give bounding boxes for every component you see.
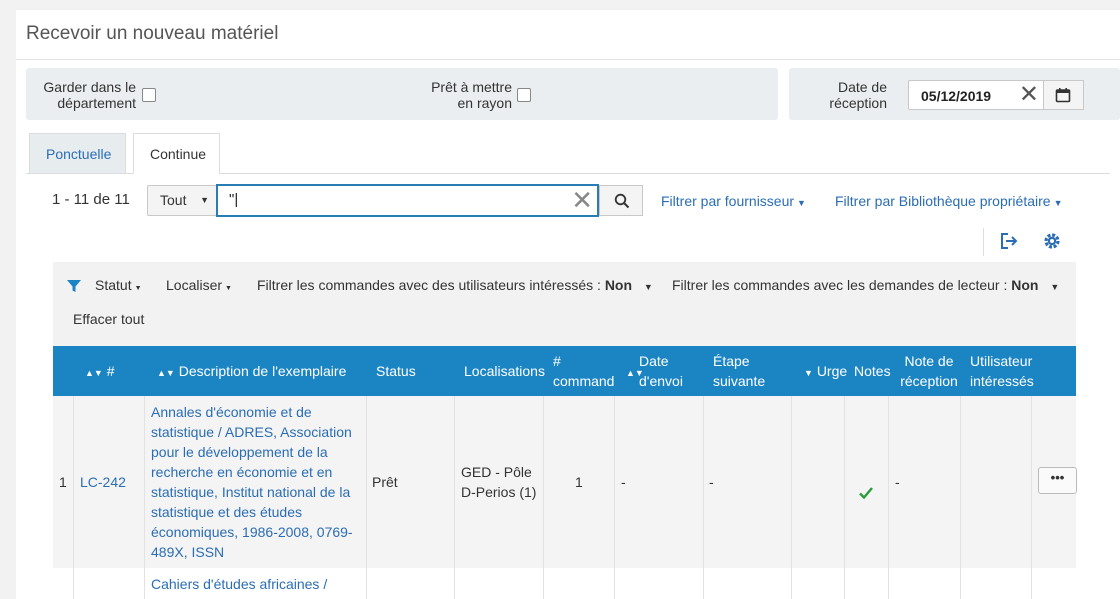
item-description-link[interactable]: Cahiers d'études africaines / bbox=[151, 574, 327, 594]
sort-icon: ▲▼ bbox=[626, 368, 644, 378]
ready-to-shelve-label: Prêt à mettre en rayon bbox=[431, 79, 512, 111]
column-divider bbox=[366, 568, 367, 599]
receipt-note-value: - bbox=[895, 474, 900, 490]
clear-date-icon[interactable]: ✕ bbox=[1019, 82, 1039, 108]
column-divider bbox=[366, 396, 367, 568]
table-row: Cahiers d'études africaines / bbox=[53, 568, 1076, 599]
row-index: 1 bbox=[59, 474, 67, 490]
receive-options-box: Garder dans le département Prêt à mettre… bbox=[26, 68, 778, 120]
col-header-orders[interactable]: # commande bbox=[553, 351, 614, 391]
export-icon[interactable] bbox=[998, 230, 1020, 252]
column-divider bbox=[144, 396, 145, 568]
status-filter-dropdown[interactable]: Statut ▼ bbox=[95, 277, 142, 293]
filter-by-vendor-dropdown[interactable]: Filtrer par fournisseur ▼ bbox=[661, 193, 806, 209]
receive-new-material-panel: Recevoir un nouveau matériel Garder dans… bbox=[16, 10, 1120, 599]
search-scope-value: Tout bbox=[160, 192, 187, 208]
item-code-link[interactable]: LC-242 bbox=[80, 472, 126, 492]
search-scope-select[interactable]: Tout ▼ bbox=[147, 185, 217, 216]
search-input-value: "| bbox=[229, 191, 239, 208]
item-description-link[interactable]: Annales d'économie et de statistique / A… bbox=[151, 402, 363, 562]
page-title: Recevoir un nouveau matériel bbox=[26, 23, 279, 44]
interested-users-filter-dropdown[interactable]: Filtrer les commandes avec des utilisate… bbox=[257, 277, 653, 293]
chevron-down-icon: ▼ bbox=[1053, 198, 1063, 208]
clear-all-filters-link[interactable]: Effacer tout bbox=[73, 311, 144, 327]
interested-users-filter-value: Non bbox=[604, 277, 633, 293]
column-divider bbox=[888, 396, 889, 568]
receipt-date-input[interactable]: 05/12/2019 ✕ bbox=[908, 80, 1044, 110]
col-header-notes[interactable]: Notes bbox=[854, 361, 891, 381]
title-divider bbox=[16, 59, 1120, 60]
chevron-down-icon: ▼ bbox=[134, 285, 142, 292]
sort-icon: ▲▼ bbox=[157, 368, 175, 378]
more-actions-button[interactable]: ••• bbox=[1038, 467, 1077, 494]
location-value: GED - Pôle D-Perios (1) bbox=[461, 464, 537, 500]
calendar-button[interactable] bbox=[1044, 80, 1084, 110]
column-divider bbox=[960, 568, 961, 599]
status-value: Prêt bbox=[372, 474, 398, 490]
chevron-down-icon: ▼ bbox=[643, 282, 653, 292]
table-row: 1 LC-242 Annales d'économie et de statis… bbox=[53, 396, 1077, 568]
column-divider bbox=[73, 568, 74, 599]
column-divider bbox=[960, 396, 961, 568]
column-divider bbox=[1031, 396, 1032, 568]
column-divider bbox=[1031, 568, 1032, 599]
filter-by-library-dropdown[interactable]: Filtrer par Bibliothèque propriétaire ▼ bbox=[835, 193, 1062, 209]
tab-ponctuelle[interactable]: Ponctuelle bbox=[29, 133, 126, 173]
column-divider bbox=[703, 568, 704, 599]
col-header-send-date[interactable]: ▲▼ Date d'envoi bbox=[626, 351, 683, 391]
col-header-receipt-note[interactable]: Note de réception bbox=[898, 351, 960, 391]
toolbar-divider bbox=[983, 228, 984, 256]
column-divider bbox=[614, 568, 615, 599]
col-header-locations[interactable]: Localisations bbox=[464, 361, 546, 381]
locate-filter-dropdown[interactable]: Localiser ▼ bbox=[166, 277, 232, 293]
column-divider bbox=[543, 568, 544, 599]
filter-icon bbox=[67, 280, 81, 292]
column-divider bbox=[703, 396, 704, 568]
search-button[interactable] bbox=[599, 185, 643, 216]
column-divider bbox=[454, 396, 455, 568]
column-divider bbox=[144, 568, 145, 599]
table-header: ▲▼ # ▲▼ Description de l'exemplaire Stat… bbox=[53, 346, 1076, 396]
col-header-description[interactable]: ▲▼ Description de l'exemplaire bbox=[157, 361, 346, 383]
results-count: 1 - 11 de 11 bbox=[52, 191, 130, 208]
col-header-status[interactable]: Status bbox=[376, 361, 416, 381]
tab-continue[interactable]: Continue bbox=[133, 133, 220, 174]
col-header-next-step[interactable]: Étape suivante bbox=[713, 351, 765, 391]
search-icon bbox=[614, 193, 630, 209]
clear-search-icon[interactable]: ✕ bbox=[571, 186, 593, 215]
column-divider bbox=[791, 396, 792, 568]
search-input[interactable]: "| ✕ bbox=[216, 184, 599, 217]
next-step-value: - bbox=[709, 474, 714, 490]
sort-desc-icon: ▼ bbox=[804, 368, 813, 378]
column-divider bbox=[614, 396, 615, 568]
keep-in-department-checkbox[interactable] bbox=[142, 88, 156, 102]
sort-icon: ▲▼ bbox=[85, 368, 103, 378]
ready-to-shelve-checkbox[interactable] bbox=[517, 88, 531, 102]
orders-count-value: 1 bbox=[575, 474, 583, 490]
column-divider bbox=[791, 568, 792, 599]
col-header-number[interactable]: ▲▼ # bbox=[85, 361, 115, 383]
column-divider bbox=[888, 568, 889, 599]
filter-bar: Statut ▼ Localiser ▼ Filtrer les commandes… bbox=[53, 262, 1076, 346]
reader-requests-filter-dropdown[interactable]: Filtrer les commandes avec les demandes … bbox=[672, 277, 1059, 293]
column-divider bbox=[454, 568, 455, 599]
col-header-urgent[interactable]: ▼ Urge bbox=[804, 361, 847, 383]
reader-requests-filter-value: Non bbox=[1011, 277, 1039, 293]
chevron-down-icon: ▼ bbox=[200, 195, 209, 205]
column-divider bbox=[844, 396, 845, 568]
chevron-down-icon: ▼ bbox=[225, 285, 232, 292]
calendar-icon bbox=[1055, 88, 1071, 103]
col-header-interested-users[interactable]: Utilisateur intéressés bbox=[970, 351, 1034, 391]
column-divider bbox=[73, 396, 74, 568]
check-icon bbox=[859, 487, 873, 500]
column-divider bbox=[844, 568, 845, 599]
column-divider bbox=[543, 396, 544, 568]
keep-in-department-label: Garder dans le département bbox=[43, 79, 136, 111]
chevron-down-icon: ▼ bbox=[797, 198, 806, 208]
send-date-value: - bbox=[621, 474, 626, 490]
receipt-date-label: Date de réception bbox=[829, 79, 887, 111]
receipt-date-value: 05/12/2019 bbox=[921, 88, 992, 104]
gear-icon[interactable] bbox=[1041, 230, 1063, 252]
chevron-down-icon: ▼ bbox=[1050, 282, 1060, 292]
